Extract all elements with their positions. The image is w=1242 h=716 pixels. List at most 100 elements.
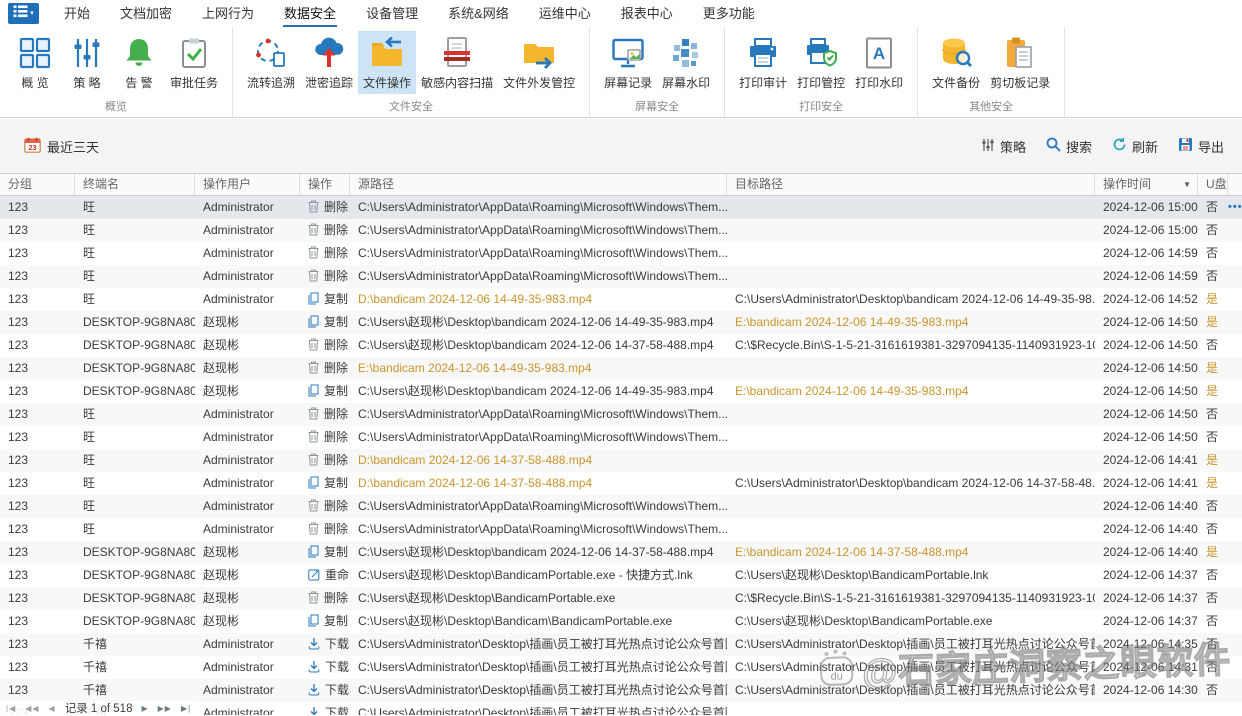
app-menu-caret-icon: ▾ — [30, 10, 34, 17]
group-cell: 123 — [8, 338, 29, 352]
time-cell: 2024-12-06 14:41:20 — [1103, 453, 1198, 467]
source-path-cell: C:\Users\赵现彬\Desktop\bandicam 2024-12-06… — [358, 545, 714, 559]
user-cell: 赵现彬 — [203, 338, 240, 352]
pager-prev-button[interactable]: ◀ — [49, 704, 56, 713]
table-row[interactable]: 123 DESKTOP-9G8NA80 赵现彬 复制 C:\Users\赵现彬\Desk… — [0, 380, 1242, 403]
table-row[interactable]: 123 旺 Administrator 删除 C:\Users\Administrato… — [0, 495, 1242, 518]
app-menu-button[interactable]: ▾ — [8, 3, 39, 24]
user-cell: Administrator — [203, 430, 274, 444]
ribbon-item-screen-record[interactable]: 屏幕记录 — [599, 31, 657, 94]
table-row[interactable]: 123 旺 Administrator 删除 C:\Users\Administrato… — [0, 219, 1242, 242]
table-row[interactable]: 123 旺 Administrator 删除 C:\Users\Administrato… — [0, 403, 1242, 426]
user-cell: Administrator — [203, 706, 274, 715]
policy-icon — [69, 35, 105, 71]
tab-ops-center[interactable]: 运维中心 — [524, 0, 606, 27]
table-row[interactable]: 123 旺 Administrator 删除 C:\Users\Administrato… — [0, 426, 1242, 449]
table-row[interactable]: 123 DESKTOP-9G8NA80 赵现彬 删除 C:\Users\赵现彬\Desk… — [0, 334, 1242, 357]
refresh-button[interactable]: 刷新 — [1112, 137, 1158, 156]
group-cell: 123 — [8, 223, 29, 237]
ribbon-item-file-operation[interactable]: 文件操作 — [358, 31, 417, 94]
table-row[interactable]: 123 千禧 Administrator 下载 C:\Users\Administrat… — [0, 656, 1242, 679]
table-row[interactable]: 123 旺 Administrator 删除 C:\Users\Administrato… — [0, 518, 1242, 541]
overview-icon — [17, 35, 53, 71]
copy-icon — [308, 476, 319, 489]
table-row[interactable]: 123 旺 Administrator 复制 D:\bandicam 2024-12-0… — [0, 288, 1242, 311]
delete-icon — [308, 223, 319, 236]
time-cell: 2024-12-06 14:37:15 — [1103, 591, 1198, 605]
ribbon-item-screen-watermark[interactable]: 屏幕水印 — [657, 31, 715, 94]
column-header-source-path[interactable]: 源路径 — [350, 174, 727, 195]
file-outgoing-folder-icon — [521, 35, 557, 71]
usb-cell — [1198, 702, 1228, 715]
pager-next-button[interactable]: ▶ — [141, 704, 148, 713]
ribbon-group-other-security: 文件备份 剪切板记录 其他安全 — [918, 27, 1066, 117]
usb-cell: 是 — [1206, 361, 1219, 375]
tab-device-management[interactable]: 设备管理 — [351, 0, 433, 27]
ribbon-item-print-audit[interactable]: 打印审计 — [734, 31, 792, 94]
ribbon-item-file-backup[interactable]: 文件备份 — [927, 31, 985, 94]
policy-button[interactable]: 策略 — [981, 137, 1026, 156]
table-row[interactable]: 123 千禧 Administrator 下载 C:\Users\Administrat… — [0, 679, 1242, 702]
pager-fast-next-button[interactable]: ▶▶ — [158, 704, 172, 713]
ribbon-item-flow-trace[interactable]: 流转追溯 — [242, 31, 300, 94]
table-row[interactable]: 123 DESKTOP-9G8NA80 赵现彬 重命名 C:\Users\赵现彬\Des… — [0, 564, 1242, 587]
table-row[interactable]: 123 DESKTOP-9G8NA80 赵现彬 复制 C:\Users\赵现彬\Desk… — [0, 311, 1242, 334]
ribbon-item-clipboard-record[interactable]: 剪切板记录 — [985, 31, 1055, 94]
pager-last-button[interactable]: ▶| — [181, 704, 191, 713]
tab-data-security[interactable]: 数据安全 — [269, 0, 351, 27]
row-menu-cell — [1228, 311, 1242, 334]
export-button[interactable]: 导出 — [1178, 137, 1224, 156]
row-menu-cell — [1228, 426, 1242, 449]
ribbon-item-approval-tasks[interactable]: 审批任务 — [165, 31, 223, 94]
time-cell — [1095, 702, 1198, 715]
column-header-user[interactable]: 操作用户 — [195, 174, 300, 195]
column-header-terminal[interactable]: 终端名 — [75, 174, 195, 195]
tab-report-center[interactable]: 报表中心 — [606, 0, 688, 27]
ribbon-item-alert[interactable]: 告 警 — [113, 31, 165, 94]
ribbon-item-policy[interactable]: 策 略 — [61, 31, 113, 94]
tab-system-network[interactable]: 系统&网络 — [433, 0, 524, 27]
column-header-time[interactable]: 操作时间 ▼ — [1095, 174, 1198, 195]
source-path-cell: C:\Users\赵现彬\Desktop\bandicam 2024-12-06… — [358, 384, 714, 398]
tab-web-behavior[interactable]: 上网行为 — [187, 0, 269, 27]
table-row[interactable]: 123 旺 Administrator 删除 C:\Users\Administrato… — [0, 196, 1242, 219]
ribbon-group-label: 打印安全 — [799, 101, 844, 113]
ribbon-item-overview[interactable]: 概 览 — [9, 31, 61, 94]
pager-fast-prev-button[interactable]: ◀◀ — [25, 704, 39, 713]
time-cell: 2024-12-06 15:00:00 — [1103, 200, 1198, 214]
ribbon-item-print-control[interactable]: 打印管控 — [792, 31, 850, 94]
terminal-cell: DESKTOP-9G8NA80 — [83, 545, 195, 559]
column-header-target-path[interactable]: 目标路径 — [727, 174, 1095, 195]
ribbon-item-file-outgoing-control[interactable]: 文件外发管控 — [498, 31, 580, 94]
column-header-usb[interactable]: U盘 — [1198, 174, 1228, 195]
search-button[interactable]: 搜索 — [1046, 137, 1092, 156]
ribbon-item-leak-trace[interactable]: 泄密追踪 — [300, 31, 358, 94]
date-range-filter[interactable]: 23 最近三天 — [24, 137, 99, 156]
table-row[interactable]: 123 旺 Administrator 删除 C:\Users\Administrato… — [0, 265, 1242, 288]
status-bar: |◀ ◀◀ ◀ 记录 1 of 518 ▶ ▶▶ ▶| — [0, 701, 198, 715]
tab-doc-encryption[interactable]: 文档加密 — [105, 0, 187, 27]
table-row[interactable]: 123 旺 Administrator 删除 D:\bandicam 2024-12-0… — [0, 449, 1242, 472]
tab-start[interactable]: 开始 — [49, 0, 105, 27]
column-header-operation[interactable]: 操作 — [300, 174, 350, 195]
ribbon-item-sensitive-content-scan[interactable]: 敏感内容扫描 — [416, 31, 498, 94]
tab-more-functions[interactable]: 更多功能 — [688, 0, 770, 27]
flow-trace-icon — [253, 35, 289, 71]
ribbon-item-print-watermark[interactable]: A 打印水印 — [850, 31, 908, 94]
table-row[interactable]: 123 DESKTOP-9G8NA80 赵现彬 删除 C:\Users\赵现彬\Desk… — [0, 587, 1242, 610]
row-menu-cell — [1228, 656, 1242, 679]
table-row[interactable]: 123 DESKTOP-9G8NA80 赵现彬 复制 C:\Users\赵现彬\Desk… — [0, 610, 1242, 633]
source-path-cell: C:\Users\Administrator\Desktop\插画\员工被打耳光… — [358, 683, 727, 697]
table-row[interactable]: 123 千禧 Administrator 下载 C:\Users\Administrat… — [0, 633, 1242, 656]
pager-first-button[interactable]: |◀ — [6, 704, 16, 713]
table-row[interactable]: 123 旺 Administrator 复制 D:\bandicam 2024-12-0… — [0, 472, 1242, 495]
table-row[interactable]: 123 DESKTOP-9G8NA80 赵现彬 删除 E:\bandicam 2024-… — [0, 357, 1242, 380]
terminal-cell: DESKTOP-9G8NA80 — [83, 614, 195, 628]
column-header-group[interactable]: 分组 — [0, 174, 75, 195]
table-row[interactable]: 123 DESKTOP-9G8NA80 赵现彬 复制 C:\Users\赵现彬\Desk… — [0, 541, 1242, 564]
table-row[interactable]: 123 旺 Administrator 删除 C:\Users\Administrato… — [0, 242, 1242, 265]
terminal-cell: 千禧 — [83, 660, 108, 674]
usb-cell: 是 — [1206, 545, 1219, 559]
row-actions-button[interactable]: ••• — [1228, 196, 1242, 219]
user-cell: Administrator — [203, 476, 274, 490]
